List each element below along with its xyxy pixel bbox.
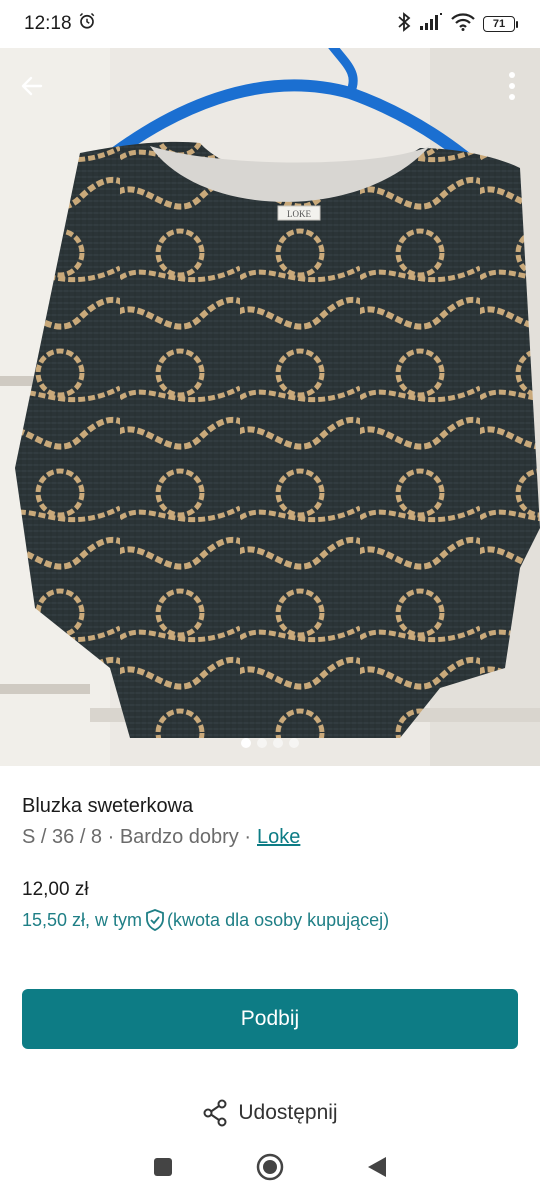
triangle-back-icon: [367, 1157, 386, 1177]
product-price: 12,00 zł: [22, 879, 89, 900]
bluetooth-icon: [397, 11, 411, 37]
system-back-button[interactable]: [355, 1145, 399, 1189]
buyer-price-amount: 15,50 zł, w tym: [22, 910, 143, 930]
pager-dot[interactable]: [273, 738, 283, 748]
wifi-icon: [451, 12, 475, 36]
status-left: 12:18: [24, 12, 96, 36]
brand-link[interactable]: Loke: [257, 824, 300, 850]
product-photo: LOKE: [0, 48, 540, 766]
pager-dot[interactable]: [289, 738, 299, 748]
garment-label: LOKE: [287, 209, 311, 219]
bump-button[interactable]: Podbij: [22, 989, 518, 1049]
battery-icon: 71: [483, 16, 518, 32]
status-bar: 12:18 71: [0, 0, 540, 48]
product-title: Bluzka sweterkowa: [22, 795, 194, 817]
share-button[interactable]: Udostępnij: [0, 1092, 540, 1134]
more-vertical-icon: [509, 72, 515, 100]
back-button[interactable]: [14, 68, 50, 104]
system-nav-bar: [0, 1134, 540, 1200]
more-options-button[interactable]: [500, 68, 524, 104]
signal-icon: [419, 12, 443, 36]
product-size-condition: S / 36 / 8 · Bardzo dobry ·: [22, 826, 251, 848]
share-icon: [203, 1099, 227, 1127]
alarm-icon: [78, 12, 96, 36]
home-button[interactable]: [248, 1145, 292, 1189]
product-meta: S / 36 / 8 · Bardzo dobry · Loke: [22, 824, 518, 850]
pager-dot[interactable]: [257, 738, 267, 748]
recent-apps-button[interactable]: [141, 1145, 185, 1189]
buyer-price-note: (kwota dla osoby kupującej): [167, 910, 390, 930]
status-right: 71: [397, 11, 518, 37]
shield-check-icon: [145, 909, 165, 931]
battery-tip: [516, 20, 518, 28]
battery-level: 71: [483, 16, 515, 32]
square-icon: [154, 1158, 173, 1176]
pager-dot-active[interactable]: [241, 738, 251, 748]
product-image[interactable]: LOKE: [0, 48, 540, 766]
circle-icon: [256, 1153, 284, 1181]
status-time: 12:18: [24, 13, 72, 34]
product-info: Bluzka sweterkowa S / 36 / 8 · Bardzo do…: [22, 766, 518, 932]
arrow-left-icon: [21, 76, 43, 96]
share-label: Udostępnij: [238, 1101, 338, 1124]
image-pager: [0, 738, 540, 748]
buyer-price[interactable]: 15,50 zł, w tym (kwota dla osoby kupując…: [22, 908, 518, 932]
